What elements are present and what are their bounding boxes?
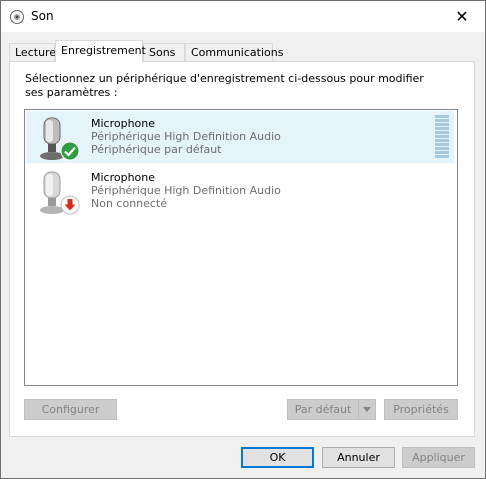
- device-name: Microphone: [91, 117, 156, 130]
- instruction-text: Sélectionnez un périphérique d'enregistr…: [25, 72, 424, 99]
- device-item-microphone-disconnected[interactable]: Microphone Périphérique High Definition …: [26, 165, 454, 217]
- tab-enregistrement[interactable]: Enregistrement: [55, 40, 146, 62]
- device-driver: Périphérique High Definition Audio: [91, 184, 281, 197]
- recording-tab-panel: Sélectionnez un périphérique d'enregistr…: [9, 61, 475, 437]
- close-icon: ✕: [455, 7, 469, 26]
- set-default-button[interactable]: Par défaut: [287, 399, 359, 420]
- configure-button[interactable]: Configurer: [24, 399, 117, 420]
- device-list[interactable]: Microphone Périphérique High Definition …: [24, 109, 458, 386]
- device-item-microphone-default[interactable]: Microphone Périphérique High Definition …: [26, 111, 454, 163]
- speaker-app-icon: [10, 10, 24, 24]
- tab-communications[interactable]: Communications: [185, 43, 283, 61]
- apply-button[interactable]: Appliquer: [402, 447, 475, 468]
- cancel-button[interactable]: Annuler: [322, 447, 395, 468]
- tab-lecture[interactable]: Lecture: [9, 43, 56, 61]
- level-meter: [435, 115, 449, 159]
- window-title: Son: [31, 9, 54, 23]
- device-driver: Périphérique High Definition Audio: [91, 130, 281, 143]
- sound-dialog-window: Son ✕ Lecture Enregistrement Sons Commun…: [0, 0, 486, 479]
- green-check-icon: [60, 141, 80, 161]
- device-text: Microphone Périphérique High Definition …: [91, 117, 281, 156]
- device-name: Microphone: [91, 171, 156, 184]
- chevron-down-icon: [363, 407, 371, 412]
- device-status: Non connecté: [91, 197, 168, 210]
- red-down-arrow-icon: [60, 195, 80, 215]
- ok-button[interactable]: OK: [241, 447, 314, 468]
- set-default-dropdown[interactable]: [358, 399, 376, 420]
- device-text: Microphone Périphérique High Definition …: [91, 171, 281, 210]
- title-bar[interactable]: Son ✕: [1, 1, 485, 32]
- tab-sons[interactable]: Sons: [143, 43, 185, 61]
- close-button[interactable]: ✕: [439, 1, 485, 32]
- set-default-split-button[interactable]: Par défaut: [287, 399, 376, 420]
- properties-button[interactable]: Propriétés: [384, 399, 458, 420]
- device-status: Périphérique par défaut: [91, 143, 222, 156]
